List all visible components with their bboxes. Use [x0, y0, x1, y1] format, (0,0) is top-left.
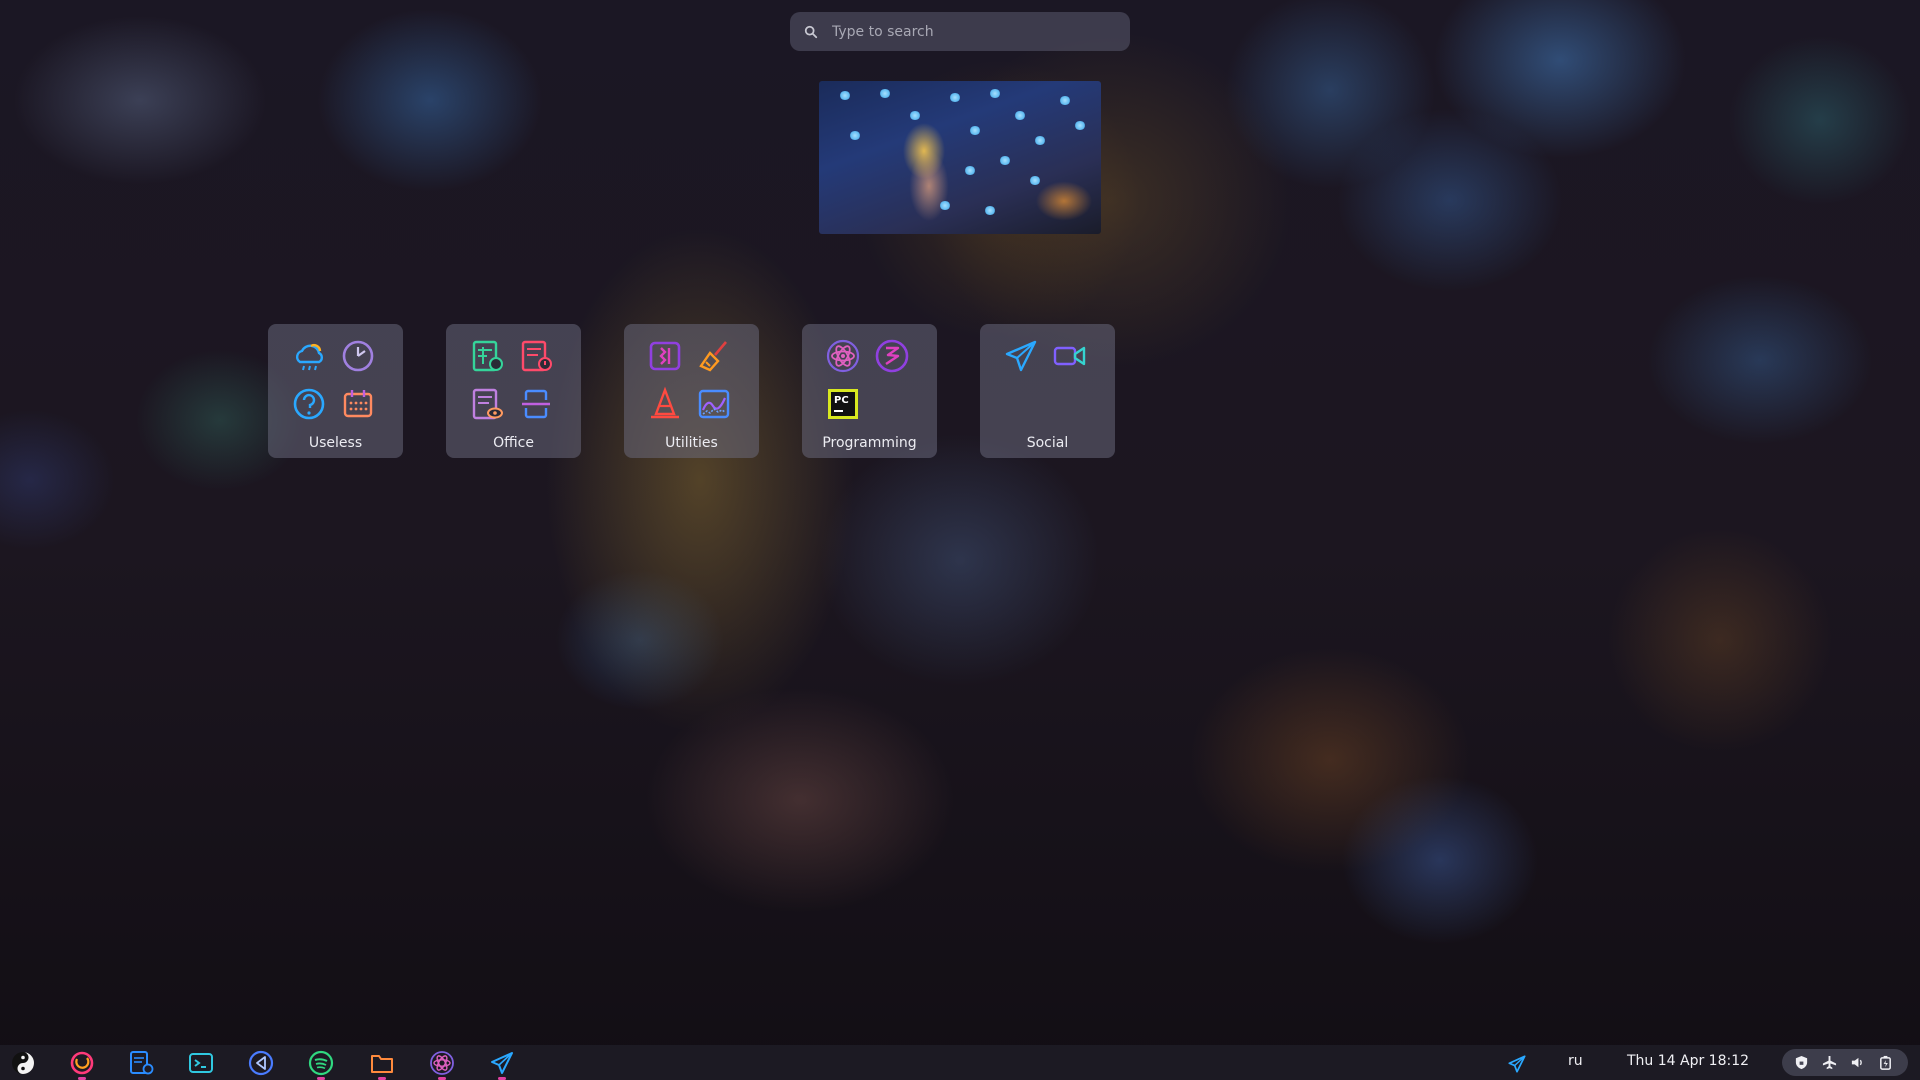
pycharm-icon: PC [828, 389, 858, 419]
telegram-tray-icon[interactable] [1507, 1054, 1527, 1074]
emacs-icon [875, 339, 909, 373]
split-pane-icon [649, 341, 681, 371]
vlc-icon [651, 386, 679, 419]
telegram-icon[interactable] [489, 1050, 515, 1076]
folder-label: Useless [308, 435, 363, 451]
wallpaper-thumbnail[interactable] [819, 81, 1101, 234]
taskbar: ru Thu 14 Apr 18:12 [0, 1045, 1920, 1080]
folder-useless[interactable]: Useless [268, 324, 403, 458]
video-call-icon [1053, 346, 1086, 366]
folder-label: Utilities [665, 435, 718, 451]
keyboard-layout[interactable]: ru [1568, 1053, 1583, 1069]
weather-icon [295, 344, 323, 371]
presentation-icon [521, 340, 552, 372]
volume-icon [1851, 1057, 1862, 1068]
search-bar[interactable] [790, 12, 1130, 51]
scanner-icon [522, 389, 550, 419]
search-input[interactable] [830, 22, 1114, 41]
atom-icon [826, 339, 860, 373]
svg-text:PC: PC [834, 395, 849, 406]
folder-social[interactable]: Social [980, 324, 1115, 458]
terminal-icon[interactable] [188, 1050, 214, 1076]
document-viewer-icon [472, 388, 503, 420]
battery-icon [1880, 1055, 1891, 1070]
spotify-icon[interactable] [308, 1050, 334, 1076]
broom-icon [699, 341, 727, 372]
clock-datetime[interactable]: Thu 14 Apr 18:12 [1627, 1053, 1749, 1069]
clock-icon [342, 340, 374, 372]
folder-label: Programming [822, 435, 917, 451]
folder-programming[interactable]: PC Programming [802, 324, 937, 458]
text-editor-icon[interactable] [128, 1050, 154, 1076]
atom-icon[interactable] [429, 1050, 455, 1076]
folder-label: Social [1026, 435, 1069, 451]
spreadsheet-icon [472, 340, 503, 372]
folder-utilities[interactable]: Utilities [624, 324, 759, 458]
airplane-icon [1822, 1055, 1837, 1070]
firefox-icon[interactable] [69, 1050, 95, 1076]
files-icon[interactable] [369, 1050, 395, 1076]
folder-label: Office [493, 435, 534, 451]
calendar-icon [343, 390, 373, 418]
activities-icon[interactable] [10, 1050, 36, 1076]
help-icon [293, 388, 325, 420]
search-icon [804, 25, 818, 38]
system-tray[interactable] [1782, 1049, 1908, 1076]
folder-office[interactable]: Office [446, 324, 581, 458]
shield-icon [1795, 1055, 1808, 1070]
telegram-icon [1005, 340, 1037, 372]
system-monitor-icon [698, 389, 730, 419]
vscode-icon[interactable] [248, 1050, 274, 1076]
